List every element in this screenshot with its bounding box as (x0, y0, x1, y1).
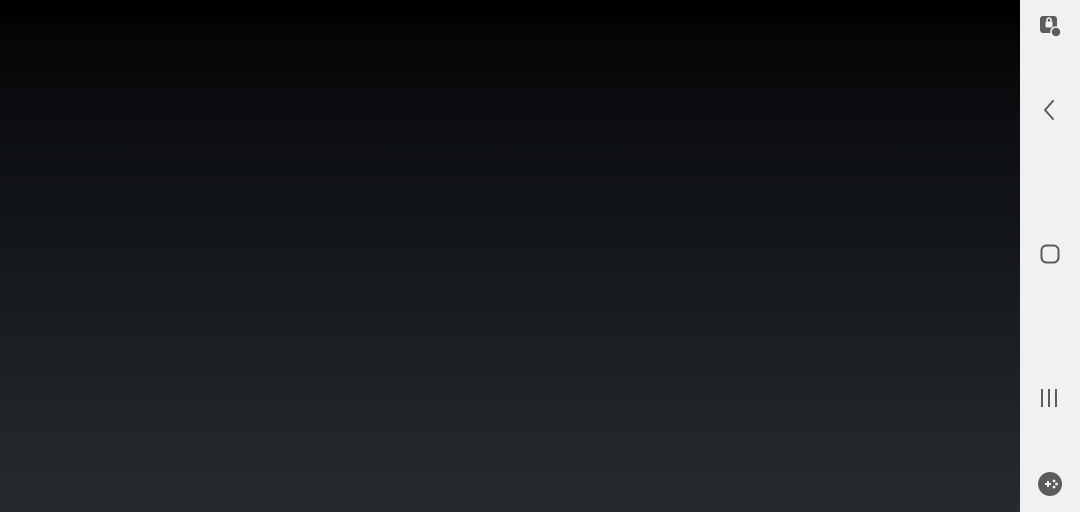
app-content-area[interactable] (0, 0, 1020, 512)
touch-lock-button[interactable] (1020, 6, 1080, 46)
navigation-bar (1020, 0, 1080, 512)
back-button[interactable] (1020, 88, 1080, 132)
game-tools-button[interactable] (1020, 464, 1080, 504)
touch-lock-icon (1040, 16, 1062, 38)
home-icon (1040, 244, 1060, 264)
recent-apps-button[interactable] (1020, 376, 1080, 420)
screen (0, 0, 1080, 512)
home-button[interactable] (1020, 232, 1080, 276)
back-icon (1044, 100, 1054, 120)
game-tools-icon (1038, 472, 1062, 496)
recent-apps-icon (1041, 389, 1057, 407)
